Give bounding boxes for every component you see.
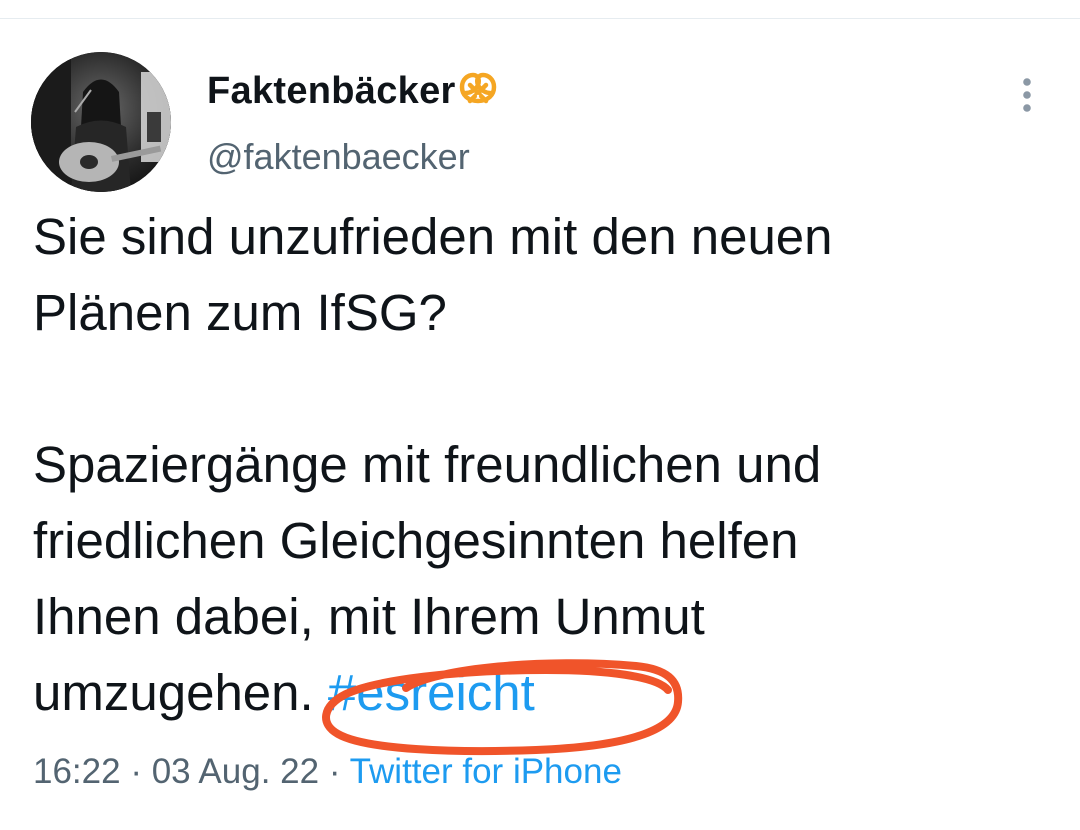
more-vertical-icon <box>1023 78 1031 112</box>
author-display-name[interactable]: Faktenbäcker <box>207 70 498 117</box>
pretzel-icon <box>458 71 498 117</box>
tweet-source-link[interactable]: Twitter for iPhone <box>350 752 622 791</box>
display-name-text: Faktenbäcker <box>207 70 456 112</box>
tweet-line-text: umzugehen. <box>33 664 328 721</box>
tweet-line: Sie sind unzufrieden mit den neuen <box>33 208 833 265</box>
tweet-time[interactable]: 16:22 <box>33 752 121 791</box>
avatar-image <box>31 52 171 192</box>
hashtag-link[interactable]: #esreicht <box>328 664 535 721</box>
tweet-text: Sie sind unzufrieden mit den neuen Pläne… <box>33 199 1053 731</box>
author-handle[interactable]: @faktenbaecker <box>207 136 470 178</box>
top-divider <box>0 18 1080 19</box>
tweet-line: Spaziergänge mit freundlichen und <box>33 436 822 493</box>
meta-separator: · <box>120 752 152 791</box>
tweet-line-last: umzugehen. #esreicht <box>33 655 1053 731</box>
tweet-line: friedlichen Gleichgesinnten helfen <box>33 512 799 569</box>
meta-separator: · <box>319 752 350 791</box>
tweet-line: Ihnen dabei, mit Ihrem Unmut <box>33 588 705 645</box>
more-options-button[interactable] <box>1010 74 1044 116</box>
tweet-date[interactable]: 03 Aug. 22 <box>152 752 319 791</box>
avatar[interactable] <box>31 52 171 192</box>
tweet-meta: 16:22 · 03 Aug. 22 · Twitter for iPhone <box>33 752 622 792</box>
tweet-line: Plänen zum IfSG? <box>33 284 447 341</box>
